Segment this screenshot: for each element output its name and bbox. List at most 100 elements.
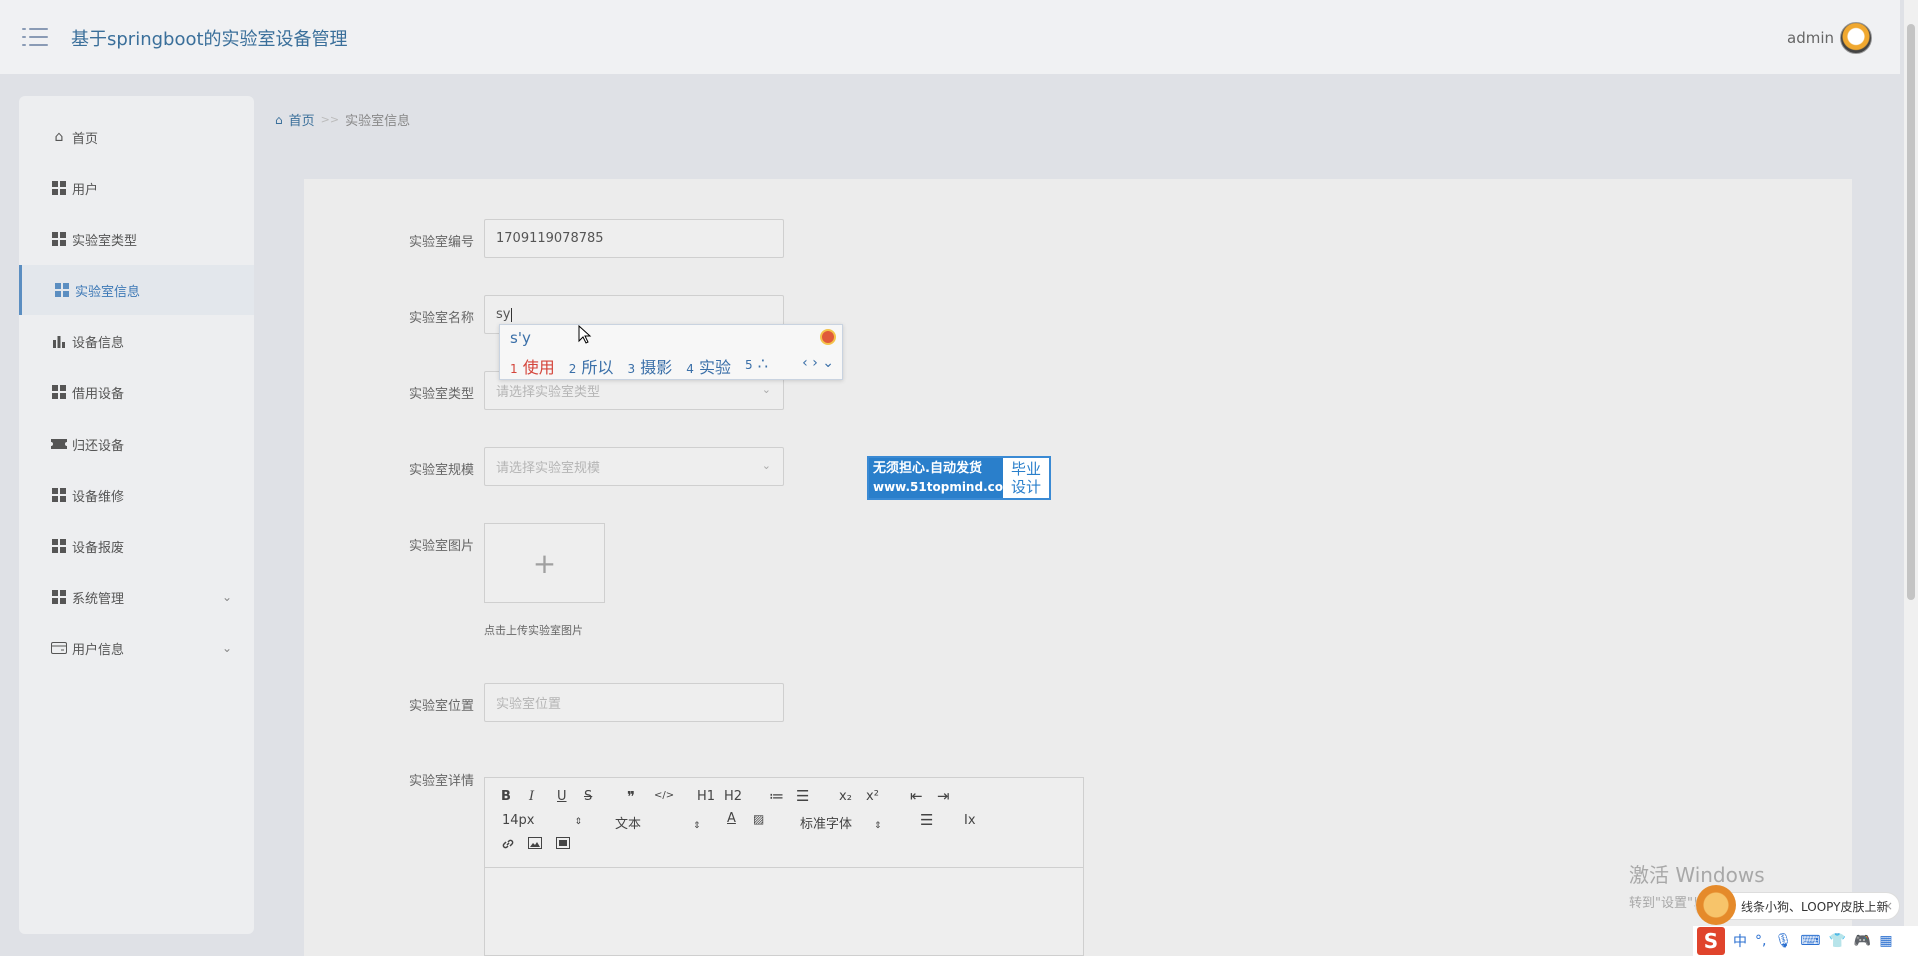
lab-image-label: 实验室图片 [408, 539, 474, 554]
ime-candidates: 1 使用 2 所以 3 摄影 4 实验 5 ∴ [510, 354, 768, 378]
clear-format-button[interactable]: Ix [964, 813, 976, 828]
font-color-icon[interactable]: A [727, 811, 736, 826]
scrollbar-thumb[interactable] [1907, 24, 1915, 600]
sidebar-item-label: 设备维修 [72, 489, 125, 505]
chevron-down-icon: ⌄ [761, 383, 771, 396]
image-icon[interactable] [528, 837, 542, 853]
grid-icon [51, 589, 67, 605]
lab-type-label: 实验室类型 [408, 387, 474, 402]
ime-next-page-icon[interactable]: ‹ › ⌄ [802, 355, 834, 371]
bold-button[interactable]: B [501, 789, 511, 804]
sidebar-item-home[interactable]: ⌂ 首页 [19, 112, 254, 162]
sidebar-item-system[interactable]: 系统管理 ⌄ [19, 572, 254, 622]
superscript-button[interactable]: x² [866, 789, 879, 804]
lab-detail-label: 实验室详情 [408, 774, 474, 789]
indent-button[interactable]: ⇥ [937, 787, 950, 805]
skin-icon[interactable]: 👕 [1828, 933, 1845, 949]
italic-button[interactable]: I [529, 789, 534, 804]
subscript-button[interactable]: x₂ [839, 789, 852, 804]
breadcrumb: ⌂ 首页 >> 实验室信息 [275, 110, 411, 130]
ad-right-2: 设计 [1010, 478, 1041, 496]
editor-content[interactable] [485, 868, 1083, 956]
editor-toolbar: B I U S ❞ </> H1 H2 ≔ ☰ x₂ x² ⇤ ⇥ 14px ⇕ … [485, 778, 1083, 868]
sidebar-item-label: 首页 [72, 131, 99, 147]
code-button[interactable]: </> [654, 790, 674, 801]
close-icon[interactable]: × [1883, 899, 1893, 913]
sidebar-item-label: 系统管理 [72, 591, 125, 607]
lab-no-input[interactable]: 1709119078785 [484, 219, 784, 258]
lab-location-input[interactable]: 实验室位置 [484, 683, 784, 722]
sidebar-item-repair[interactable]: 设备维修 [19, 470, 254, 520]
font-family-select[interactable]: 标准字体 ⇕ [800, 813, 882, 832]
link-icon[interactable] [501, 837, 515, 855]
ime-candidate[interactable]: 3 摄影 [628, 354, 673, 378]
sidebar-item-borrow[interactable]: 借用设备 [19, 367, 254, 417]
font-size-value: 14px [502, 813, 535, 828]
ordered-list-button[interactable]: ≔ [769, 787, 784, 805]
lab-scale-select[interactable]: 请选择实验室规模 ⌄ [484, 447, 784, 486]
game-icon[interactable]: 🎮 [1854, 933, 1871, 949]
home-icon: ⌂ [54, 129, 64, 145]
breadcrumb-current: 实验室信息 [345, 114, 411, 129]
sidebar-item-label: 归还设备 [72, 438, 125, 454]
ad-url: www.51topmind.com [873, 480, 1016, 494]
ime-language[interactable]: 中 [1733, 931, 1747, 951]
quote-button[interactable]: ❞ [627, 788, 635, 806]
bar-chart-icon [51, 333, 67, 349]
grid-icon [51, 538, 67, 554]
ime-candidate[interactable]: 5 ∴ [745, 354, 768, 378]
avatar[interactable] [1840, 22, 1872, 54]
sidebar-item-equipment-info[interactable]: 设备信息 [19, 316, 254, 366]
ime-notification[interactable]: 线条小狗、LOOPY皮肤上新 × [1695, 885, 1900, 925]
punctuation-icon[interactable]: °, [1755, 933, 1766, 949]
grid-icon [54, 282, 70, 298]
text-type-select[interactable]: 文本 ⇕ [615, 813, 701, 832]
h2-button[interactable]: H2 [724, 789, 742, 804]
ad-banner[interactable]: 无须担心.自动发货 www.51topmind.com 毕业 设计 [867, 456, 1051, 500]
app-title: 基于springboot的实验室设备管理 [71, 29, 348, 50]
page-scrollbar[interactable] [1904, 0, 1918, 956]
ime-candidate[interactable]: 1 使用 [510, 354, 555, 378]
ime-candidate[interactable]: 4 实验 [686, 354, 731, 378]
ime-candidate[interactable]: 2 所以 [569, 354, 614, 378]
sidebar-item-lab-info[interactable]: 实验室信息 [19, 265, 254, 315]
align-left-icon[interactable]: ☰ [920, 811, 933, 829]
sidebar-item-users[interactable]: 用户 [19, 163, 254, 213]
sidebar: ⌂ 首页 用户 实验室类型 实验室信息 设备信息 借用设备 归还设备 设备维修 … [19, 96, 254, 934]
menu-toggle-icon[interactable] [22, 26, 48, 48]
ad-right-1: 毕业 [1010, 460, 1041, 478]
grid-icon [51, 180, 67, 196]
lab-name-label: 实验室名称 [408, 311, 474, 326]
sogou-logo-icon[interactable]: S [1697, 927, 1725, 955]
toolbox-icon[interactable]: ▦ [1879, 933, 1892, 949]
sidebar-item-label: 实验室信息 [75, 284, 141, 300]
plus-icon: + [532, 546, 557, 580]
h1-button[interactable]: H1 [697, 789, 715, 804]
ad-left: 无须担心.自动发货 www.51topmind.com [869, 458, 1016, 498]
sidebar-item-return[interactable]: 归还设备 [19, 419, 254, 469]
grid-icon [51, 384, 67, 400]
breadcrumb-home[interactable]: 首页 [289, 110, 315, 129]
bullet-list-button[interactable]: ☰ [796, 787, 809, 805]
strike-button[interactable]: S [584, 789, 592, 804]
chevron-down-icon: ⌄ [761, 459, 771, 472]
upload-hint: 点击上传实验室图片 [484, 624, 583, 637]
sidebar-item-scrap[interactable]: 设备报废 [19, 521, 254, 571]
ime-composition: s'y [510, 329, 531, 347]
sidebar-item-label: 用户 [72, 182, 99, 198]
video-icon[interactable] [556, 837, 570, 853]
image-upload-button[interactable]: + [484, 523, 605, 603]
lab-no-label: 实验室编号 [408, 235, 474, 250]
outdent-button[interactable]: ⇤ [910, 787, 923, 805]
sidebar-item-user-info[interactable]: 用户信息 ⌄ [19, 623, 254, 673]
keyboard-icon[interactable]: ⌨ [1800, 933, 1820, 949]
username[interactable]: admin [1787, 29, 1834, 47]
microphone-icon[interactable]: 🎙 [1774, 933, 1792, 949]
top-bar: 基于springboot的实验室设备管理 admin [0, 0, 1900, 74]
highlight-icon[interactable]: ▨ [753, 812, 764, 826]
font-size-select[interactable]: 14px ⇕ [502, 813, 582, 828]
sidebar-item-lab-type[interactable]: 实验室类型 [19, 214, 254, 264]
ad-line1: 无须担心.自动发货 [873, 461, 982, 476]
ad-right: 毕业 设计 [1003, 458, 1049, 498]
underline-button[interactable]: U [557, 789, 567, 804]
